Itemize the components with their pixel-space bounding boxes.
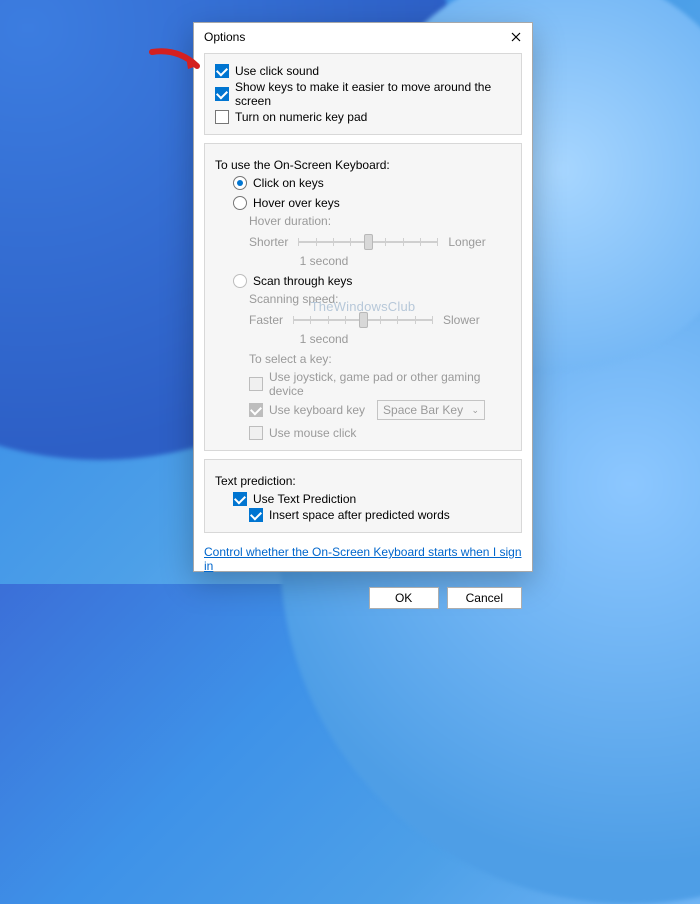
click-on-keys-radio[interactable]: [233, 176, 247, 190]
scan-through-keys-radio[interactable]: [233, 274, 247, 288]
pointer-arrow: [148, 46, 202, 76]
insert-space-checkbox[interactable]: [249, 508, 263, 522]
keyboard-key-select-value: Space Bar Key: [383, 403, 463, 417]
options-dialog: Options Use click sound Show keys to mak…: [193, 22, 533, 572]
keyboard-key-select: Space Bar Key ⌄: [377, 400, 485, 420]
insert-space-label: Insert space after predicted words: [269, 508, 450, 522]
dialog-title: Options: [204, 30, 245, 44]
hover-duration-slider: [298, 232, 438, 252]
scan-slower-label: Slower: [443, 313, 480, 327]
show-keys-checkbox[interactable]: [215, 87, 229, 101]
hover-shorter-label: Shorter: [249, 235, 288, 249]
use-joystick-checkbox: [249, 377, 263, 391]
button-bar: OK Cancel: [194, 587, 532, 619]
numeric-keypad-label: Turn on numeric key pad: [235, 110, 367, 124]
hover-duration-label: Hover duration:: [215, 214, 511, 228]
scan-faster-label: Faster: [249, 313, 283, 327]
use-click-sound-checkbox[interactable]: [215, 64, 229, 78]
use-click-sound-label: Use click sound: [235, 64, 319, 78]
hover-duration-value: 1 second: [249, 254, 399, 268]
use-mouse-click-checkbox: [249, 426, 263, 440]
scanning-speed-slider: [293, 310, 433, 330]
titlebar: Options: [194, 23, 532, 47]
hover-over-keys-radio[interactable]: [233, 196, 247, 210]
close-icon: [511, 32, 521, 42]
select-key-label: To select a key:: [215, 352, 511, 366]
scanning-speed-label: Scanning speed:: [215, 292, 511, 306]
click-on-keys-label: Click on keys: [253, 176, 324, 190]
cancel-button[interactable]: Cancel: [447, 587, 522, 609]
use-text-prediction-checkbox[interactable]: [233, 492, 247, 506]
startup-settings-link[interactable]: Control whether the On-Screen Keyboard s…: [204, 545, 522, 573]
scanning-speed-value: 1 second: [249, 332, 399, 346]
use-mouse-click-label: Use mouse click: [269, 426, 356, 440]
text-prediction-group: Text prediction: Use Text Prediction Ins…: [204, 459, 522, 533]
use-keyboard-key-label: Use keyboard key: [269, 403, 365, 417]
mode-group: To use the On-Screen Keyboard: Click on …: [204, 143, 522, 451]
ok-button[interactable]: OK: [369, 587, 439, 609]
use-text-prediction-label: Use Text Prediction: [253, 492, 356, 506]
hover-over-keys-label: Hover over keys: [253, 196, 340, 210]
close-button[interactable]: [508, 29, 524, 45]
scan-through-keys-label: Scan through keys: [253, 274, 352, 288]
hover-longer-label: Longer: [448, 235, 485, 249]
show-keys-label: Show keys to make it easier to move arou…: [235, 80, 511, 108]
sound-keys-group: Use click sound Show keys to make it eas…: [204, 53, 522, 135]
use-keyboard-key-checkbox: [249, 403, 263, 417]
text-prediction-heading: Text prediction:: [215, 474, 511, 488]
chevron-down-icon: ⌄: [472, 405, 480, 416]
mode-heading: To use the On-Screen Keyboard:: [215, 158, 511, 172]
numeric-keypad-checkbox[interactable]: [215, 110, 229, 124]
use-joystick-label: Use joystick, game pad or other gaming d…: [269, 370, 511, 398]
